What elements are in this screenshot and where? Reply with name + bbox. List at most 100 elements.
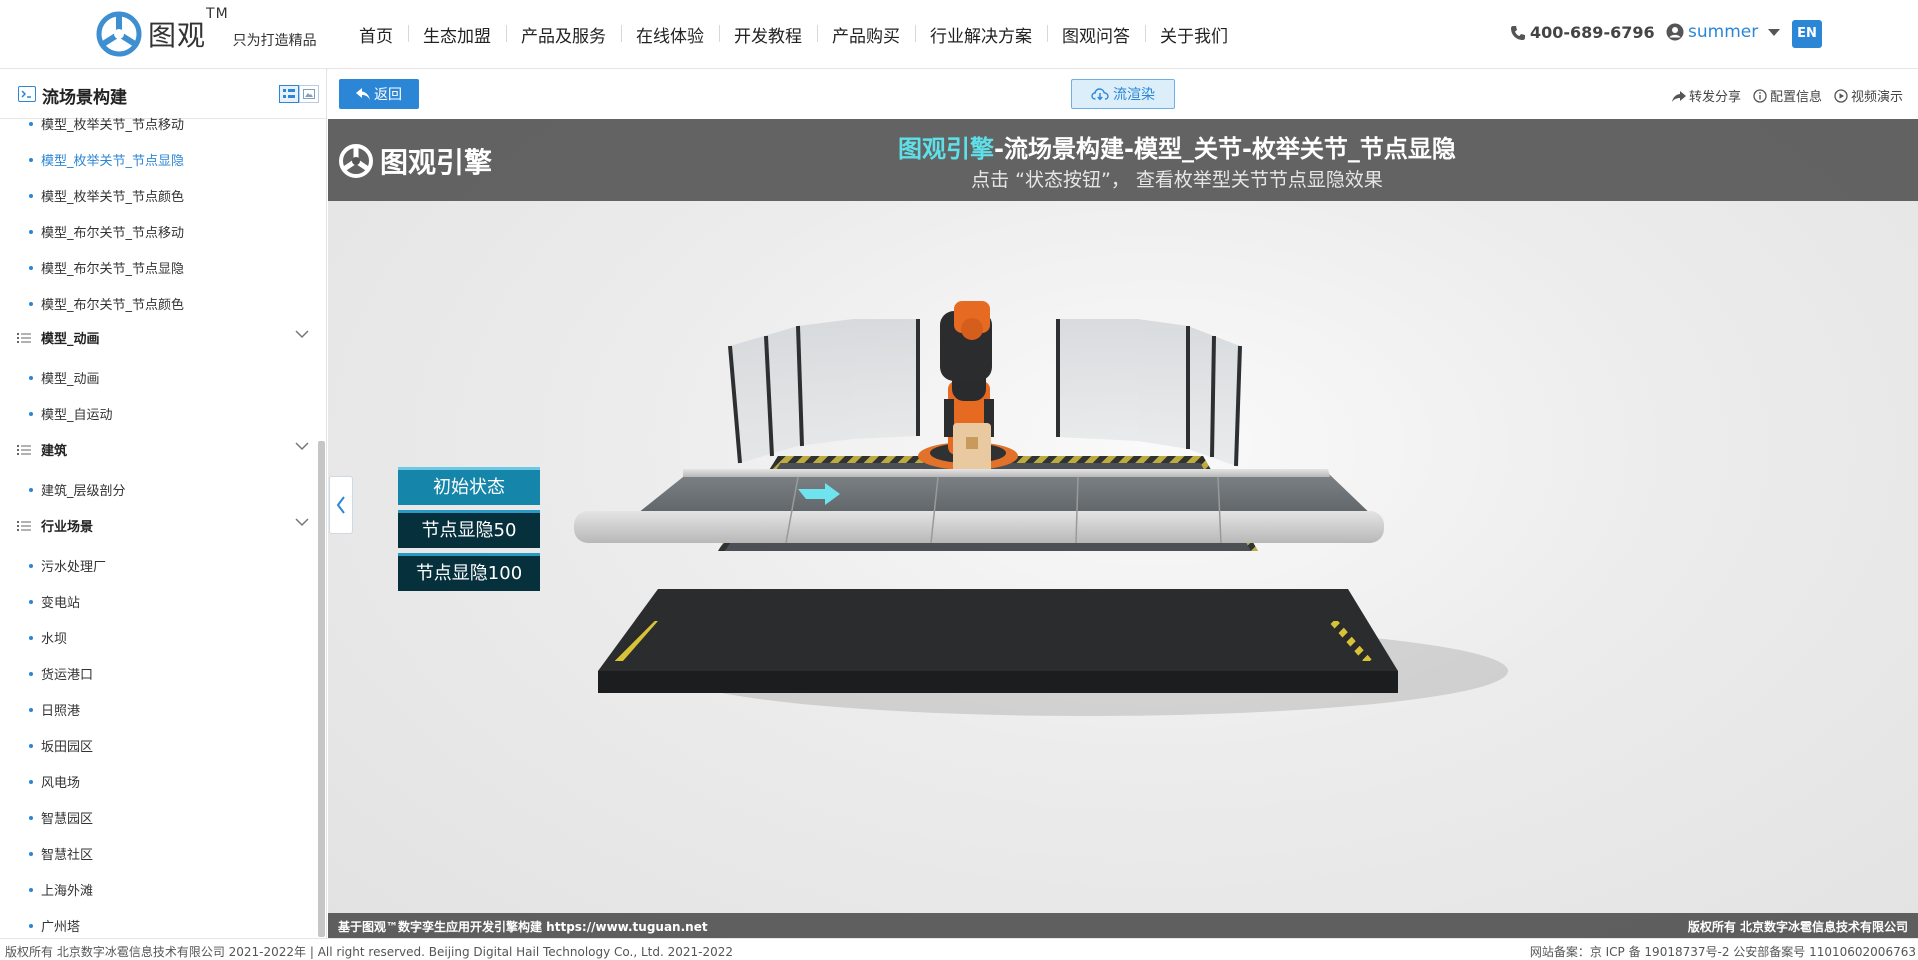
list-item[interactable]: 模型_枚举关节_节点颜色 [29,186,184,205]
list-item[interactable]: 风电场 [29,772,80,791]
nav-purchase[interactable]: 产品购买 [817,22,915,47]
list-item[interactable]: 模型_布尔关节_节点移动 [29,222,184,241]
list-item[interactable]: 广州塔 [29,916,80,935]
bullet-icon [29,779,33,784]
list-item[interactable]: 污水处理厂 [29,556,106,575]
nav-solutions[interactable]: 行业解决方案 [915,22,1047,47]
cloud-download-icon [1091,88,1109,101]
glass-fence [1058,319,1138,441]
list-item[interactable]: 变电站 [29,592,80,611]
sidebar-title: 流场景构建 [42,88,127,108]
icp-record[interactable]: 网站备案：京 ICP 备 19018737号-2 公安部备案号 11010602… [1530,943,1916,960]
image-view-icon [303,89,315,99]
list-item[interactable]: 模型_布尔关节_节点颜色 [29,294,184,313]
sidebar-scrollbar[interactable] [318,441,325,937]
state-button-group: 初始状态 节点显隐50 节点显隐100 [398,467,540,596]
chevron-down-icon [295,518,309,527]
conveyor-rail-back [683,469,1330,477]
brand-slogan: 只为打造精品 [232,33,317,49]
list-item[interactable]: 货运港口 [29,664,93,683]
list-item[interactable]: 模型_自运动 [29,404,113,423]
nav-home[interactable]: 首页 [344,22,408,47]
bullet-icon [29,487,33,492]
collapse-sidebar-button[interactable] [329,476,353,534]
node-visibility-50-button[interactable]: 节点显隐50 [398,510,540,548]
reply-arrow-icon [356,88,370,100]
share-button[interactable]: 转发分享 [1671,86,1741,105]
terminal-icon [18,86,36,102]
list-icon [17,332,31,343]
3d-viewport[interactable]: 图观引擎 图观引擎-流场景构建-模型_关节-枚举关节_节点显隐 点击 “状态按钮… [328,119,1918,938]
chevron-down-icon [295,330,309,339]
nav-tutorials[interactable]: 开发教程 [719,22,817,47]
list-item-active[interactable]: 模型_枚举关节_节点显隐 [29,150,184,169]
sidebar-header: 流场景构建 [0,69,326,119]
base-platform [598,589,1398,671]
factory-scene[interactable] [328,201,1918,913]
stream-render-button[interactable]: 流渲染 [1071,79,1175,109]
glass-fence [1138,319,1188,449]
viewport-header: 图观引擎 图观引擎-流场景构建-模型_关节-枚举关节_节点显隐 点击 “状态按钮… [328,119,1918,201]
viewport-footer: 基于图观™数字孪生应用开发引擎构建 https://www.tuguan.net… [328,913,1918,938]
glass-fence [798,319,853,446]
bullet-icon [29,923,33,928]
engine-credit: 基于图观™数字孪生应用开发引擎构建 https://www.tuguan.net [338,920,708,934]
bullet-icon [29,671,33,676]
list-item[interactable]: 上海外滩 [29,880,93,899]
list-item[interactable]: 智慧园区 [29,808,93,827]
page-footer: 版权所有 北京数字冰雹信息技术有限公司 2021-2022年 | All rig… [0,938,1918,960]
nav-qa[interactable]: 图观问答 [1047,22,1145,47]
phone-icon [1511,25,1525,40]
list-item[interactable]: 模型_枚举关节_节点移动 [29,114,184,133]
bullet-icon [29,375,33,380]
scene-title: 图观引擎-流场景构建-模型_关节-枚举关节_节点显隐 [898,135,1456,163]
nav-products[interactable]: 产品及服务 [506,22,621,47]
phone-number: 400-689-6796 [1510,23,1655,42]
bullet-icon [29,887,33,892]
bullet-icon [29,193,33,198]
nav-online-demo[interactable]: 在线体验 [621,22,719,47]
list-item[interactable]: 建筑_层级剖分 [29,480,126,499]
brand-name: 图观TM [148,6,229,52]
toolbar: 返回 流渲染 转发分享 配置信息 视频演示 [328,69,1918,119]
username: summer [1688,22,1759,42]
base-platform-front [598,671,1398,693]
bullet-icon [29,815,33,820]
conveyor-rail-front [574,511,1384,543]
group-industry-scenes[interactable]: 行业场景 [17,516,309,535]
initial-state-button[interactable]: 初始状态 [398,467,540,505]
list-item[interactable]: 水坝 [29,628,67,647]
list-icon [17,520,31,531]
share-arrow-icon [1671,90,1686,102]
bullet-icon [29,743,33,748]
list-view-icon [283,89,295,98]
user-menu[interactable]: summer [1666,22,1781,42]
sidebar: 流场景构建 模型_枚举关节_节点移动 模型_枚举关节_节点显隐 模型_枚举关节_… [0,69,327,938]
bullet-icon [29,563,33,568]
nav-ecosystem[interactable]: 生态加盟 [408,22,506,47]
list-item[interactable]: 坂田园区 [29,736,93,755]
list-item[interactable]: 日照港 [29,700,80,719]
language-toggle[interactable]: EN [1792,20,1822,48]
chevron-down-icon [295,442,309,451]
cargo-label [966,437,978,449]
glass-fence [853,319,918,439]
list-view-button[interactable] [279,85,299,103]
site-logo[interactable]: 图观TM 只为打造精品 [96,6,317,58]
info-circle-icon [1753,88,1767,103]
group-model-animation[interactable]: 模型_动画 [17,328,309,347]
tuguan-logo-icon [96,11,142,57]
list-item[interactable]: 智慧社区 [29,844,93,863]
nav-about[interactable]: 关于我们 [1145,22,1243,47]
bullet-icon [29,265,33,270]
list-item[interactable]: 模型_动画 [29,368,100,387]
config-info-button[interactable]: 配置信息 [1753,86,1822,105]
node-visibility-100-button[interactable]: 节点显隐100 [398,553,540,591]
group-building[interactable]: 建筑 [17,440,309,459]
back-button[interactable]: 返回 [339,79,419,109]
gallery-view-button[interactable] [299,85,319,103]
video-demo-button[interactable]: 视频演示 [1834,86,1903,105]
list-item[interactable]: 模型_布尔关节_节点显隐 [29,258,184,277]
bullet-icon [29,635,33,640]
bullet-icon [29,121,33,126]
